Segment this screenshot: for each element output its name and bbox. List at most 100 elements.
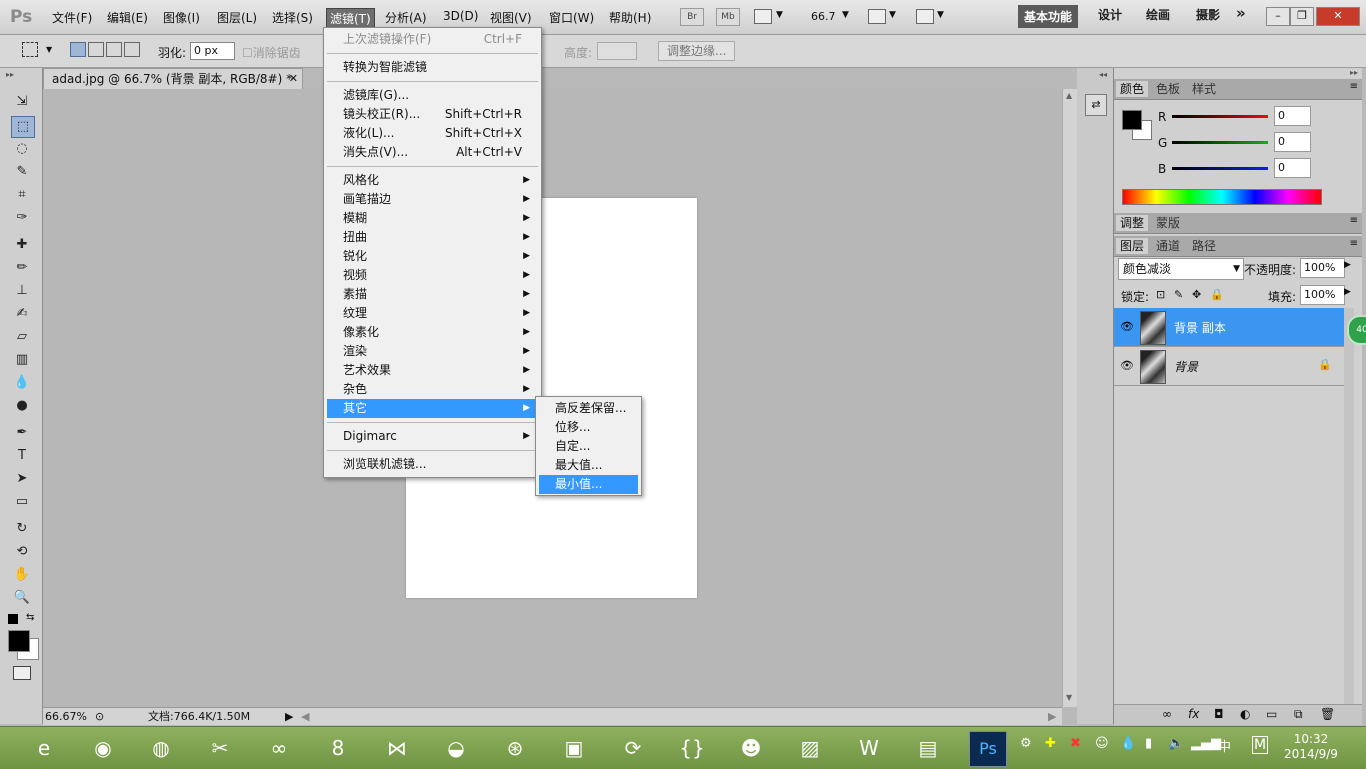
clone-stamp-tool-icon[interactable]: ⊥ [11,281,33,301]
quick-mask-icon[interactable] [13,666,31,680]
trash-icon[interactable]: 🗑 [1320,707,1335,721]
eclipse-icon[interactable]: ◒ [438,731,474,765]
zoom-tool-icon[interactable]: 🔍 [11,588,33,608]
tray-icon[interactable]: ⚙ [1020,736,1032,751]
screen-mode-icon[interactable] [916,9,934,24]
zoom-level[interactable]: 66.7 [811,10,836,23]
eye-icon[interactable]: 👁 [1120,359,1134,372]
brush-tool-icon[interactable]: ✏ [11,258,33,278]
scroll-up-icon[interactable]: ▲ [1066,91,1072,100]
menu-view[interactable]: 视图(V) [490,9,532,26]
workspace-design[interactable]: 设计 [1098,6,1122,23]
filter-menu-item[interactable]: 渲染 ▶ [327,342,538,361]
chrome-icon[interactable]: ◉ [85,731,121,765]
refine-edge-button[interactable]: 调整边缘... [658,41,736,61]
3d-rotate-tool-icon[interactable]: ↻ [11,519,33,539]
layer-row[interactable]: 👁 背景 副本 [1114,308,1344,347]
menu-analysis[interactable]: 分析(A) [385,9,427,26]
shape-tool-icon[interactable]: ▭ [11,492,33,512]
filter-menu-item[interactable]: 镜头校正(R)... Shift+Ctrl+R [327,105,538,124]
crop-tool-icon[interactable]: ⌗ [11,185,33,205]
chevron-down-icon[interactable]: ▼ [776,10,783,20]
chevron-down-icon[interactable]: ▼ [889,10,896,20]
other-submenu-item[interactable]: 最小值... [539,475,638,494]
word-icon[interactable]: W [851,731,887,765]
filter-menu-item[interactable]: 艺术效果 ▶ [327,361,538,380]
lock-transparent-icon[interactable]: ⊡ [1156,288,1165,301]
3d-orbit-tool-icon[interactable]: ⟲ [11,542,33,562]
filter-menu-item[interactable]: 滤镜库(G)... [327,86,538,105]
panel-menu-icon[interactable]: ≡ [1350,81,1358,92]
group-icon[interactable]: ▭ [1266,707,1277,721]
blur-tool-icon[interactable]: 💧 [11,373,33,393]
tab-color[interactable]: 颜色 [1116,81,1149,97]
floating-badge[interactable]: 40 [1347,315,1366,345]
menu-select[interactable]: 选择(S) [272,9,313,26]
scroll-left-icon[interactable]: ◀ [301,708,309,725]
tray-icon[interactable]: ☺ [1095,736,1109,751]
filter-menu-item[interactable]: 浏览联机滤镜... [327,455,538,474]
filter-menu-item[interactable]: 模糊 ▶ [327,209,538,228]
close-tab-icon[interactable]: ✕ [289,69,298,89]
lasso-tool-icon[interactable]: ◌ [11,139,33,159]
marquee-preset-icon[interactable] [22,42,38,57]
type-tool-icon[interactable]: T [11,446,33,466]
green-slider[interactable] [1172,141,1268,144]
filter-menu-item[interactable]: Digimarc ▶ [327,427,538,446]
tray-icon[interactable]: ✖ [1070,736,1081,751]
notes-icon[interactable]: ▤ [910,731,946,765]
tab-layers[interactable]: 图层 [1116,238,1149,254]
visualstudio-icon[interactable]: ⋈ [379,731,415,765]
dodge-tool-icon[interactable]: ● [11,396,33,416]
ime-mode-indicator[interactable]: M [1252,736,1269,754]
blue-value-input[interactable]: 0 [1274,158,1311,178]
menu-help[interactable]: 帮助(H) [609,9,651,26]
foreground-color-swatch[interactable] [8,630,30,652]
bridge-button[interactable]: Br [680,8,704,26]
quick-select-tool-icon[interactable]: ✎ [11,162,33,182]
swap-colors-icon[interactable]: ⇆ [26,612,34,623]
braces-icon[interactable]: {} [674,731,710,765]
sync-icon[interactable]: ⟳ [615,731,651,765]
blue-slider[interactable] [1172,167,1268,170]
other-submenu-item[interactable]: 位移... [539,418,638,437]
menu-window[interactable]: 窗口(W) [549,9,594,26]
hand-tool-icon[interactable]: ✋ [11,565,33,585]
menu-filter[interactable]: 滤镜(T) [326,8,375,29]
foreground-swatch[interactable] [1122,110,1142,130]
filter-menu-item[interactable]: 素描 ▶ [327,285,538,304]
more-workspaces-icon[interactable]: » [1236,4,1246,22]
avatar-icon[interactable]: ☻ [733,731,769,765]
lock-pixels-icon[interactable]: ✎ [1174,288,1183,301]
minimize-button[interactable]: – [1266,7,1290,26]
path-select-tool-icon[interactable]: ➤ [11,469,33,489]
adjustment-layer-icon[interactable]: ◐ [1240,707,1250,721]
filter-menu-item[interactable]: 杂色 ▶ [327,380,538,399]
filter-menu-item[interactable]: 消失点(V)... Alt+Ctrl+V [327,143,538,162]
network-icon[interactable]: ▂▄▆ [1191,736,1221,751]
new-selection-icon[interactable] [70,42,86,57]
tab-adjustments[interactable]: 调整 [1116,215,1149,231]
green-value-input[interactable]: 0 [1274,132,1311,152]
tab-masks[interactable]: 蒙版 [1152,215,1184,231]
arrange-icon[interactable] [868,9,886,24]
fill-arrow-icon[interactable]: ▶ [1344,287,1351,297]
filter-menu-item[interactable]: 纹理 ▶ [327,304,538,323]
eye-icon[interactable]: 👁 [1120,320,1134,333]
infinity-icon[interactable]: ∞ [261,731,297,765]
red-slider[interactable] [1172,115,1268,118]
height-input[interactable] [597,42,637,60]
eyedropper-tool-icon[interactable]: ✑ [11,208,33,228]
workspace-photography[interactable]: 摄影 [1196,6,1220,23]
opacity-arrow-icon[interactable]: ▶ [1344,260,1351,270]
workspace-essentials[interactable]: 基本功能 [1018,5,1079,28]
menu-layer[interactable]: 图层(L) [217,9,257,26]
app8-icon[interactable]: 8 [320,731,356,765]
tools-icon[interactable]: ✂ [202,731,238,765]
link-layers-icon[interactable]: ∞ [1162,707,1172,721]
tab-channels[interactable]: 通道 [1152,238,1184,254]
layer-name[interactable]: 背景 副本 [1174,319,1226,336]
ie-icon[interactable]: e [26,731,62,765]
scroll-right-icon[interactable]: ▶ [1048,708,1056,725]
tray-icon[interactable]: ✚ [1045,736,1056,751]
